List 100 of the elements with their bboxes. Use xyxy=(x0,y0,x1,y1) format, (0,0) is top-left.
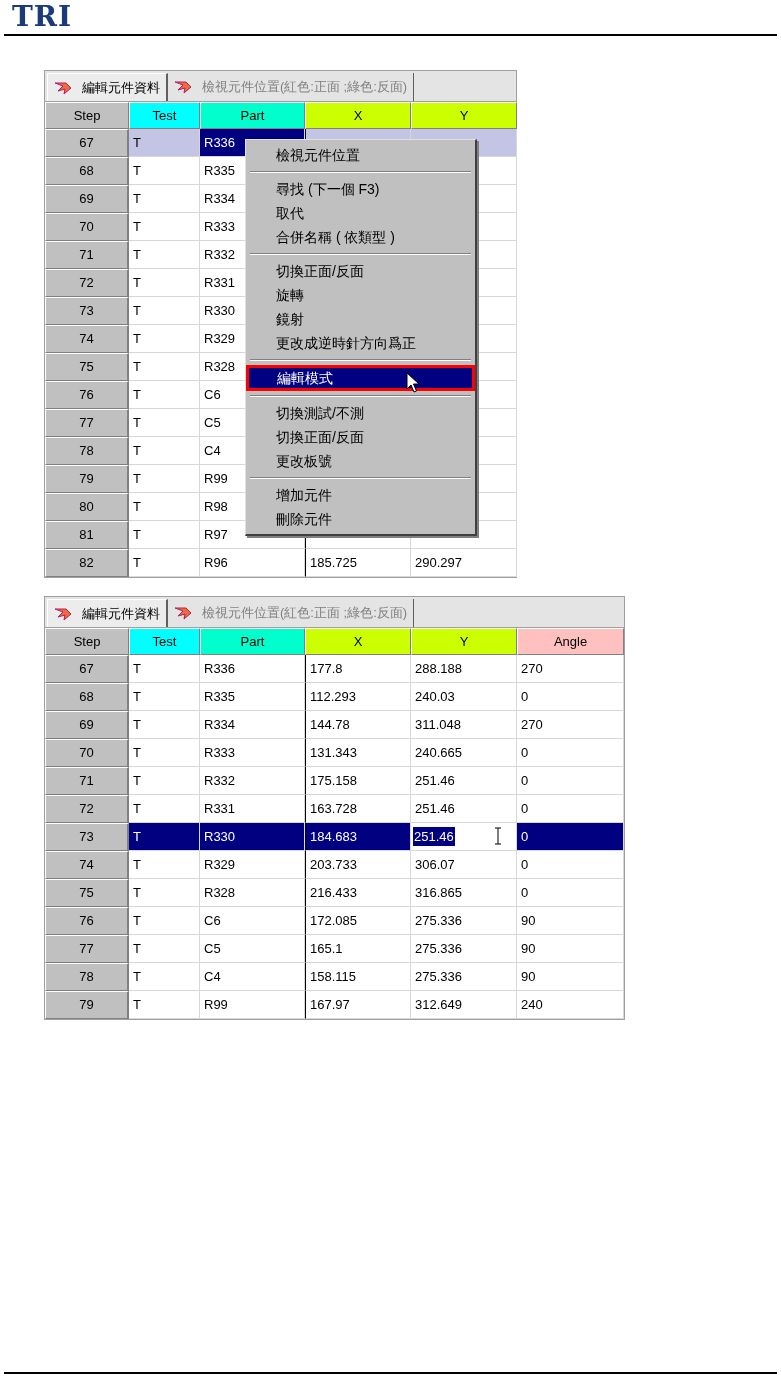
arrow-icon xyxy=(54,605,74,622)
table-cell: R99 xyxy=(200,991,305,1019)
table-cell: 0 xyxy=(517,683,624,711)
row-header: 82 xyxy=(45,549,129,577)
column-header[interactable]: Y xyxy=(411,102,517,129)
arrow-icon xyxy=(174,79,194,95)
table-cell: 203.733 xyxy=(305,851,411,879)
row-header: 68 xyxy=(45,683,129,711)
table-cell: 275.336 xyxy=(411,907,517,935)
row-header: 79 xyxy=(45,991,129,1019)
table-cell: T xyxy=(129,381,200,409)
table-cell: T xyxy=(129,213,200,241)
row-header: 70 xyxy=(45,213,129,241)
table-cell: T xyxy=(129,683,200,711)
table-cell: 275.336 xyxy=(411,935,517,963)
table-cell: C4 xyxy=(200,963,305,991)
column-header[interactable]: Part xyxy=(200,628,305,655)
table-cell: 251.46 xyxy=(411,795,517,823)
table-cell: T xyxy=(129,823,200,851)
table-cell: R335 xyxy=(200,683,305,711)
row-header: 67 xyxy=(45,655,129,683)
row-header: 78 xyxy=(45,963,129,991)
table-cell: 90 xyxy=(517,935,624,963)
table-cell: T xyxy=(129,269,200,297)
logo: TRI xyxy=(12,3,73,31)
row-header: 72 xyxy=(45,269,129,297)
row-header: 78 xyxy=(45,437,129,465)
table-cell: T xyxy=(129,353,200,381)
column-header[interactable]: X xyxy=(305,628,411,655)
table-cell: T xyxy=(129,493,200,521)
table-cell: 275.336 xyxy=(411,963,517,991)
table-cell: T xyxy=(129,129,200,157)
row-header: 74 xyxy=(45,325,129,353)
row-header: 75 xyxy=(45,353,129,381)
column-header[interactable]: Test xyxy=(129,628,200,655)
table-cell: 144.78 xyxy=(305,711,411,739)
column-header[interactable]: Y xyxy=(411,628,517,655)
table-cell: R333 xyxy=(200,739,305,767)
column-header[interactable]: Test xyxy=(129,102,200,129)
table-cell: 311.048 xyxy=(411,711,517,739)
table-cell: 288.188 xyxy=(411,655,517,683)
table-cell: 175.158 xyxy=(305,767,411,795)
table-cell: T xyxy=(129,185,200,213)
table-cell: T xyxy=(129,241,200,269)
table-cell: T xyxy=(129,521,200,549)
table-cell: T xyxy=(129,465,200,493)
column-header[interactable]: Part xyxy=(200,102,305,129)
cell-editor[interactable]: 251.46 xyxy=(411,823,517,851)
row-header: 73 xyxy=(45,297,129,325)
table-cell: 240.665 xyxy=(411,739,517,767)
table-cell: 251.46 xyxy=(411,767,517,795)
table-cell: T xyxy=(129,325,200,353)
table-cell: T xyxy=(129,711,200,739)
row-header: 70 xyxy=(45,739,129,767)
row-header: 72 xyxy=(45,795,129,823)
table-cell: T xyxy=(129,157,200,185)
table-cell: 112.293 xyxy=(305,683,411,711)
row-header: 67 xyxy=(45,129,129,157)
table-cell: T xyxy=(129,991,200,1019)
table-cell: T xyxy=(129,739,200,767)
table-cell: T xyxy=(129,655,200,683)
table-cell: 172.085 xyxy=(305,907,411,935)
table-cell: 216.433 xyxy=(305,879,411,907)
row-header: 69 xyxy=(45,185,129,213)
row-header: 81 xyxy=(45,521,129,549)
tab[interactable]: 編輯元件資料 xyxy=(47,73,168,101)
row-header: 71 xyxy=(45,767,129,795)
table-cell: T xyxy=(129,795,200,823)
table-cell: 158.115 xyxy=(305,963,411,991)
row-header: 79 xyxy=(45,465,129,493)
table-cell: R334 xyxy=(200,711,305,739)
table-cell: 177.8 xyxy=(305,655,411,683)
table-cell: 0 xyxy=(517,823,624,851)
tab[interactable]: 編輯元件資料 xyxy=(47,599,168,627)
table-cell: T xyxy=(129,297,200,325)
table-cell: 163.728 xyxy=(305,795,411,823)
table-cell: 316.865 xyxy=(411,879,517,907)
row-header: 76 xyxy=(45,907,129,935)
menu-item[interactable]: 編輯模式 xyxy=(249,368,472,388)
column-header[interactable]: X xyxy=(305,102,411,129)
column-header[interactable]: Angle xyxy=(517,628,624,655)
column-header[interactable]: Step xyxy=(45,628,129,655)
table-cell: T xyxy=(129,767,200,795)
mouse-pointer-icon xyxy=(406,372,420,394)
table-cell: 240 xyxy=(517,991,624,1019)
table-cell: 0 xyxy=(517,767,624,795)
column-header[interactable]: Step xyxy=(45,102,129,129)
table-cell: R328 xyxy=(200,879,305,907)
table-cell: 0 xyxy=(517,739,624,767)
table-cell: T xyxy=(129,879,200,907)
arrow-icon xyxy=(174,605,194,621)
row-header: 71 xyxy=(45,241,129,269)
table-cell: R330 xyxy=(200,823,305,851)
table-cell: 0 xyxy=(517,851,624,879)
table-cell: R96 xyxy=(200,549,305,577)
table-cell: 90 xyxy=(517,963,624,991)
table-cell: 270 xyxy=(517,711,624,739)
table-cell: T xyxy=(129,437,200,465)
table-cell: 184.683 xyxy=(305,823,411,851)
row-header: 68 xyxy=(45,157,129,185)
